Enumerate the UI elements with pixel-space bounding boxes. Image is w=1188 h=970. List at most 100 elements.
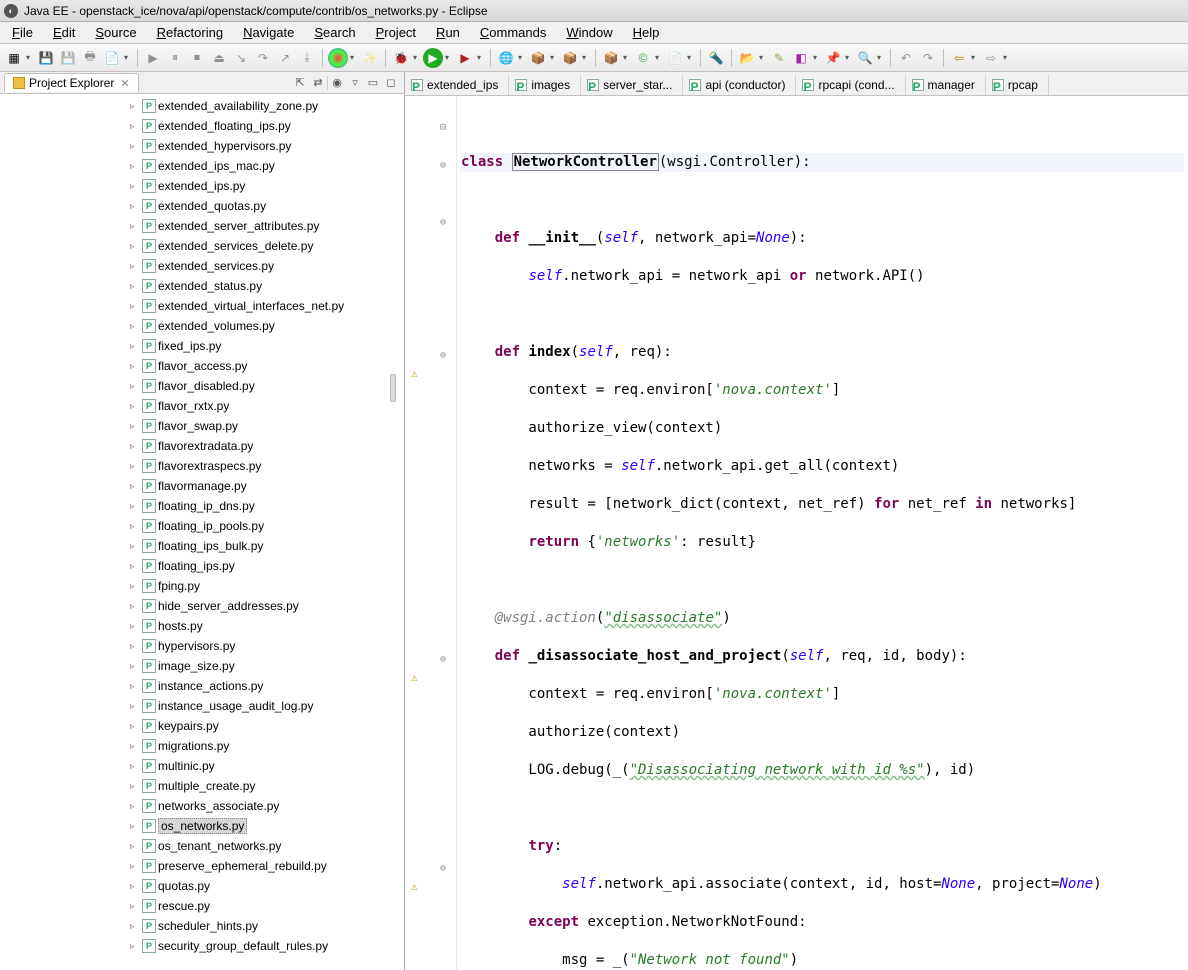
link-editor-icon[interactable]: ⇄ (309, 74, 327, 92)
warning-icon[interactable]: ⚠ (411, 877, 425, 891)
expand-icon[interactable]: ▹ (130, 101, 140, 112)
step-return[interactable]: ↗ (275, 48, 295, 68)
tree-item[interactable]: ▹Phypervisors.py (0, 636, 404, 656)
save-all-button[interactable]: 💾 (58, 48, 78, 68)
fold-icon[interactable]: ⊖ (440, 213, 452, 225)
expand-icon[interactable]: ▹ (130, 761, 140, 772)
tree-item[interactable]: ▹Pflavorextradata.py (0, 436, 404, 456)
view-menu-icon[interactable]: ▿ (346, 74, 364, 92)
menu-run[interactable]: Run (426, 23, 470, 42)
tree-item[interactable]: ▹Pextended_floating_ips.py (0, 116, 404, 136)
back-button[interactable]: ⇦ (949, 48, 969, 68)
warning-icon[interactable]: ⚠ (411, 364, 425, 378)
expand-icon[interactable]: ▹ (130, 421, 140, 432)
run-dd[interactable]: ▾ (445, 53, 453, 62)
editor-tab[interactable]: Pmanager (906, 75, 986, 95)
expand-icon[interactable]: ▹ (130, 581, 140, 592)
close-icon[interactable]: ✕ (120, 77, 129, 90)
expand-icon[interactable]: ▹ (130, 501, 140, 512)
tree-item[interactable]: ▹Pfloating_ip_pools.py (0, 516, 404, 536)
menu-help[interactable]: Help (623, 23, 670, 42)
new-class[interactable]: © (633, 48, 653, 68)
expand-icon[interactable]: ▹ (130, 461, 140, 472)
tree-item[interactable]: ▹Pextended_virtual_interfaces_net.py (0, 296, 404, 316)
tree-item[interactable]: ▹Pnetworks_associate.py (0, 796, 404, 816)
expand-icon[interactable]: ▹ (130, 681, 140, 692)
fold-icon[interactable]: ⊖ (440, 859, 452, 871)
tree-item[interactable]: ▹Phide_server_addresses.py (0, 596, 404, 616)
collapse-all-icon[interactable]: ⇱ (291, 74, 309, 92)
tree-item[interactable]: ▹Pflavor_rxtx.py (0, 396, 404, 416)
expand-icon[interactable]: ▹ (130, 281, 140, 292)
tree-item[interactable]: ▹Pextended_availability_zone.py (0, 96, 404, 116)
filter[interactable]: 🔍 (855, 48, 875, 68)
tree-item[interactable]: ▹Pextended_ips_mac.py (0, 156, 404, 176)
tl-dd[interactable]: ▾ (813, 53, 821, 62)
tree-item[interactable]: ▹Pextended_services_delete.py (0, 236, 404, 256)
server-button[interactable]: 🌐 (496, 48, 516, 68)
main-toolbar[interactable]: ▦▾ 💾 💾 🖶 📄▾ ▶ ⏸ ⏹ ⏏ ↘ ↷ ↗ ⤓ ▾ ✨ 🐞▾ ▶▾ ▶▾… (0, 44, 1188, 72)
editor-tab[interactable]: Pextended_ips (405, 75, 509, 95)
tree-item[interactable]: ▹Pflavor_access.py (0, 356, 404, 376)
sash-handle[interactable] (390, 374, 396, 402)
debug-resume[interactable]: ▶ (143, 48, 163, 68)
run-button[interactable]: ▶ (423, 48, 443, 68)
pin-dd[interactable]: ▾ (845, 53, 853, 62)
tree-item[interactable]: ▹Pextended_volumes.py (0, 316, 404, 336)
tree-item[interactable]: ▹Prescue.py (0, 896, 404, 916)
step-into[interactable]: ↘ (231, 48, 251, 68)
fold-icon[interactable]: ⊖ (440, 650, 452, 662)
task-list[interactable]: ◧ (791, 48, 811, 68)
tree-item[interactable]: ▹Pextended_ips.py (0, 176, 404, 196)
palette-button[interactable] (328, 48, 348, 68)
editor-tab[interactable]: Pserver_star... (581, 75, 683, 95)
menu-window[interactable]: Window (556, 23, 622, 42)
expand-icon[interactable]: ▹ (130, 701, 140, 712)
tree-item[interactable]: ▹Psecurity_group_default_rules.py (0, 936, 404, 956)
tree-item[interactable]: ▹Pquotas.py (0, 876, 404, 896)
palette-dd[interactable]: ▾ (350, 53, 358, 62)
tree-item[interactable]: ▹Pmigrations.py (0, 736, 404, 756)
drop-frame[interactable]: ⤓ (297, 48, 317, 68)
next-annotation[interactable]: ↷ (918, 48, 938, 68)
deploy-dd[interactable]: ▾ (550, 53, 558, 62)
tree-item[interactable]: ▹Pextended_status.py (0, 276, 404, 296)
fold-icon[interactable]: ⊟ (440, 118, 452, 130)
tree-item[interactable]: ▹Pscheduler_hints.py (0, 916, 404, 936)
code-content[interactable]: class NetworkController(wsgi.Controller)… (457, 96, 1188, 970)
tree-item[interactable]: ▹Pmultinic.py (0, 756, 404, 776)
tree-item[interactable]: ▹Pfloating_ips.py (0, 556, 404, 576)
editor-tab-bar[interactable]: Pextended_ipsPimagesPserver_star...Papi … (405, 72, 1188, 96)
expand-icon[interactable]: ▹ (130, 301, 140, 312)
expand-icon[interactable]: ▹ (130, 741, 140, 752)
build-button[interactable]: 📄 (102, 48, 122, 68)
tree-item[interactable]: ▹Pinstance_actions.py (0, 676, 404, 696)
open-type[interactable]: 📂 (737, 48, 757, 68)
expand-icon[interactable]: ▹ (130, 181, 140, 192)
new-dropdown[interactable]: ▾ (26, 53, 34, 62)
file-dd[interactable]: ▾ (687, 53, 695, 62)
menu-file[interactable]: File (2, 23, 43, 42)
expand-icon[interactable]: ▹ (130, 801, 140, 812)
debug-disconnect[interactable]: ⏏ (209, 48, 229, 68)
tree-item[interactable]: ▹Pextended_quotas.py (0, 196, 404, 216)
tree-item[interactable]: ▹Pfloating_ip_dns.py (0, 496, 404, 516)
expand-icon[interactable]: ▹ (130, 861, 140, 872)
open-task[interactable]: ✎ (769, 48, 789, 68)
focus-task-icon[interactable]: ◉ (328, 74, 346, 92)
expand-icon[interactable]: ▹ (130, 381, 140, 392)
expand-icon[interactable]: ▹ (130, 841, 140, 852)
expand-icon[interactable]: ▹ (130, 621, 140, 632)
tree-item[interactable]: ▹Pfloating_ips_bulk.py (0, 536, 404, 556)
expand-icon[interactable]: ▹ (130, 401, 140, 412)
gutter[interactable]: ⊟⊖⊖⊖⊖⊖⚠⚠⚠ (405, 96, 457, 970)
expand-icon[interactable]: ▹ (130, 541, 140, 552)
expand-icon[interactable]: ▹ (130, 561, 140, 572)
editor-tab[interactable]: Prpcapi (cond... (796, 75, 905, 95)
debug-stop[interactable]: ⏹ (187, 48, 207, 68)
expand-icon[interactable]: ▹ (130, 241, 140, 252)
menu-refactoring[interactable]: Refactoring (147, 23, 233, 42)
server-dd[interactable]: ▾ (518, 53, 526, 62)
code-editor[interactable]: ⊟⊖⊖⊖⊖⊖⚠⚠⚠ class NetworkController(wsgi.C… (405, 96, 1188, 970)
pin[interactable]: 📌 (823, 48, 843, 68)
